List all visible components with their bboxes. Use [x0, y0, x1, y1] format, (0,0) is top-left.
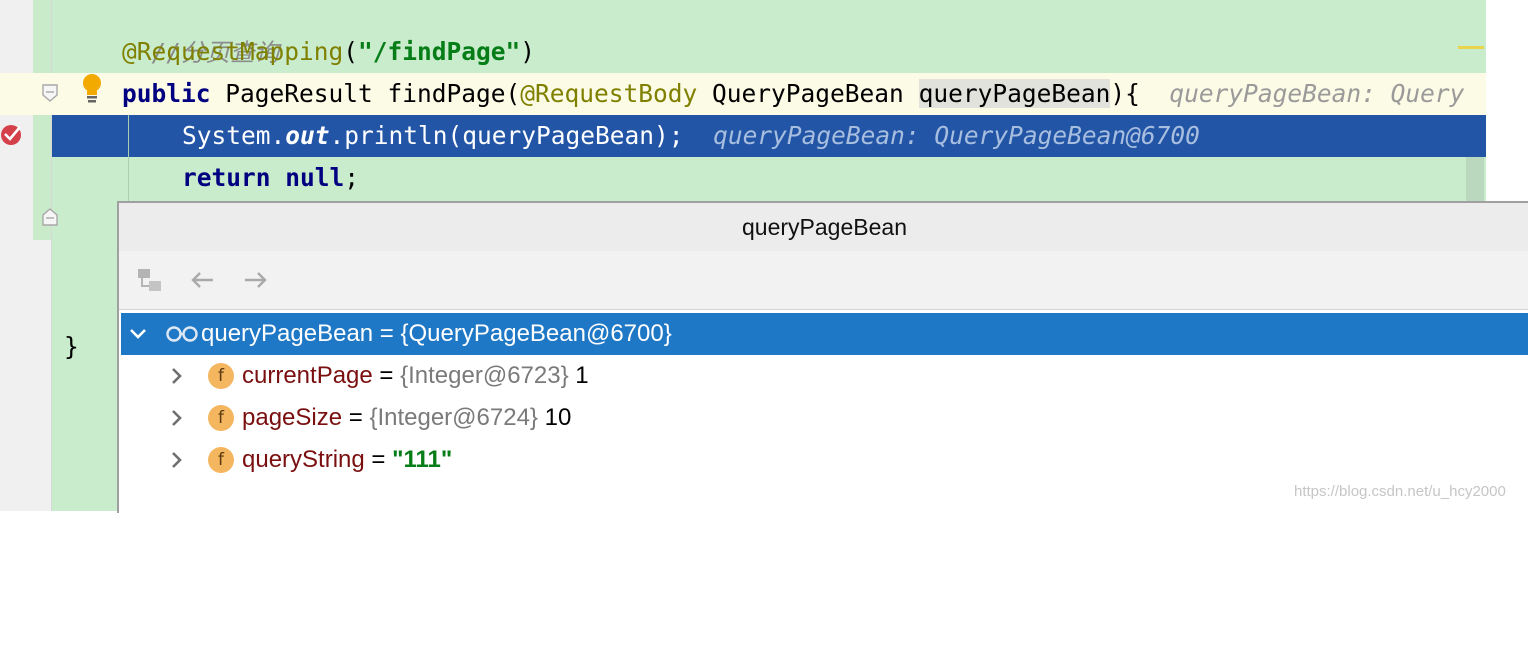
fold-icon[interactable]	[41, 84, 59, 102]
keyword-token: public	[122, 79, 211, 108]
closing-brace: }	[64, 332, 79, 361]
tree-row-root[interactable]: queryPageBean = {QueryPageBean@6700}	[121, 313, 1528, 355]
chevron-right-icon[interactable]	[165, 449, 187, 471]
forward-arrow-icon[interactable]	[241, 265, 271, 295]
tree-row-field[interactable]: f queryString = "111"	[121, 439, 1528, 481]
field-type: {Integer@6724}	[369, 404, 538, 431]
field-name: pageSize	[242, 404, 343, 431]
parameter-token: queryPageBean	[918, 79, 1111, 108]
annotation-token: @RequestBody	[520, 79, 698, 108]
code-annotation-line: @RequestMapping("/findPage")	[122, 37, 536, 66]
field-icon: f	[208, 405, 234, 431]
watermark: https://blog.csdn.net/u_hcy2000	[1294, 483, 1506, 500]
field-value: 10	[537, 404, 572, 431]
indent-guide	[128, 115, 129, 205]
field-value: 1	[568, 362, 589, 389]
field-type: {Integer@6723}	[400, 362, 569, 389]
field-icon: f	[208, 363, 234, 389]
inline-debug-hint: queryPageBean: Query	[1169, 79, 1465, 108]
back-arrow-icon[interactable]	[187, 265, 217, 295]
editor-scrollbar-thumb[interactable]	[1466, 157, 1484, 202]
keyword-token: return	[182, 163, 271, 192]
chevron-down-icon[interactable]	[127, 323, 149, 345]
popup-title[interactable]: queryPageBean	[119, 203, 1528, 251]
keyword-token: null	[285, 163, 345, 192]
code-print-line: System.out.println(queryPageBean); query…	[182, 121, 1200, 150]
code-method-signature-line: public PageResult findPage(@RequestBody …	[122, 79, 1465, 108]
chevron-right-icon[interactable]	[165, 407, 187, 429]
tree-row-field[interactable]: f currentPage = {Integer@6723} 1	[121, 355, 1528, 397]
warning-stripe-marker[interactable]	[1458, 46, 1484, 49]
fold-icon[interactable]	[41, 208, 59, 226]
field-icon: f	[208, 447, 234, 473]
string-token: "/findPage"	[358, 37, 521, 66]
variable-inspector-popup[interactable]: queryPageBean queryPageBean = {QueryPage…	[117, 201, 1528, 513]
lightbulb-icon[interactable]	[80, 73, 104, 105]
field-value: "111"	[392, 446, 453, 473]
root-variable-label: queryPageBean = {QueryPageBean@6700}	[201, 320, 672, 347]
tree-row-field[interactable]: f pageSize = {Integer@6724} 10	[121, 397, 1528, 439]
gutter-change-marker	[33, 0, 51, 240]
code-return-line: return null;	[182, 163, 360, 192]
inline-debug-hint: queryPageBean: QueryPageBean@6700	[713, 121, 1200, 150]
annotation-token: @RequestMapping	[122, 37, 344, 66]
hierarchy-icon[interactable]	[135, 265, 165, 295]
chevron-right-icon[interactable]	[165, 365, 187, 387]
field-name: queryString	[242, 446, 365, 473]
popup-toolbar	[119, 251, 1528, 310]
field-name: currentPage	[242, 362, 373, 389]
breakpoint-icon[interactable]	[0, 122, 24, 146]
watch-glasses-icon	[166, 326, 198, 342]
